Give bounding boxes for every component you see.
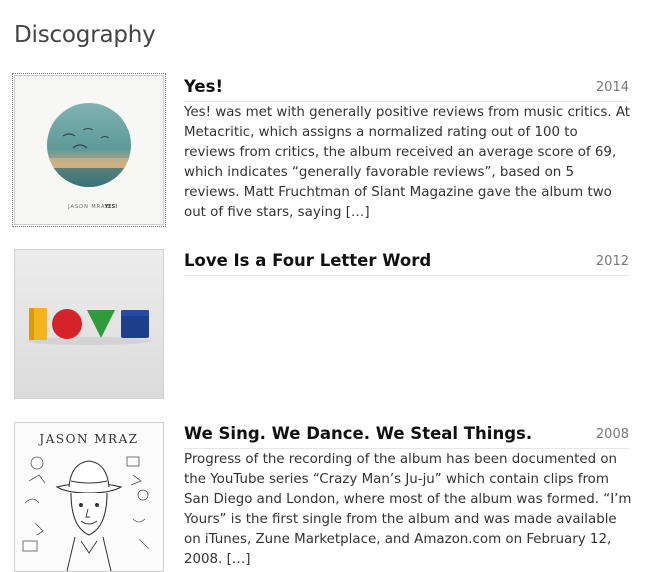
album-cover-link[interactable] [14, 249, 164, 399]
album-cover-link[interactable]: JASON MRAZ YES! [12, 73, 166, 227]
cover-artist-text: JASON MRAZ [67, 204, 110, 210]
cover-artist-text: JASON MRAZ [37, 432, 138, 446]
album-title[interactable]: Yes! [184, 77, 223, 96]
album-title[interactable]: We Sing. We Dance. We Steal Things. [184, 424, 532, 443]
album-title[interactable]: Love Is a Four Letter Word [184, 251, 431, 270]
cover-album-text: YES! [104, 204, 118, 210]
album-header: We Sing. We Dance. We Steal Things. 2008 [184, 422, 629, 449]
page-title: Discography [14, 22, 156, 48]
album-year: 2012 [595, 254, 629, 269]
album-cover-image: JASON MRAZ YES! [15, 76, 163, 224]
album-cover-image [15, 250, 163, 398]
album-year: 2008 [595, 427, 629, 442]
album-year: 2014 [595, 80, 629, 95]
album-header: Love Is a Four Letter Word 2012 [184, 249, 629, 276]
album-header: Yes! 2014 [184, 75, 629, 102]
album-cover-image: JASON MRAZ [15, 423, 163, 571]
album-cover-link[interactable]: JASON MRAZ [14, 422, 164, 572]
album-description: Progress of the recording of the album h… [184, 452, 632, 567]
album-description: Yes! was met with generally positive rev… [184, 105, 631, 220]
